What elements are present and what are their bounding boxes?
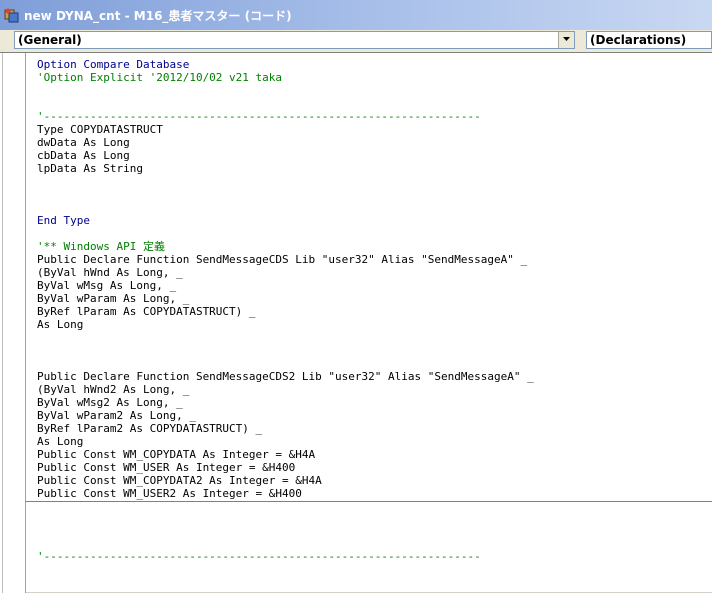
code-line[interactable]: (ByVal hWnd As Long, _ [37,266,534,279]
code-combo-bar: (General) (Declarations) [0,30,712,52]
code-line[interactable]: ByVal wMsg2 As Long, _ [37,396,534,409]
code-line[interactable]: ByVal wParam As Long, _ [37,292,534,305]
code-line[interactable]: Public Const WM_COPYDATA2 As Integer = &… [37,474,534,487]
code-line[interactable]: Public Declare Function SendMessageCDS L… [37,253,534,266]
code-line[interactable]: ByRef lParam2 As COPYDATASTRUCT) _ [37,422,534,435]
code-line[interactable]: Public Const WM_USER As Integer = &H400 [37,461,534,474]
code-line[interactable]: (ByVal hWnd2 As Long, _ [37,383,534,396]
title-bar: new DYNA_cnt - M16_患者マスター (コード) [0,0,712,30]
code-line[interactable]: dwData As Long [37,136,534,149]
code-line[interactable]: lpData As String [37,162,534,175]
margin-indicator-bar[interactable] [0,53,26,593]
procedure-divider [26,501,712,502]
procedure-combo-value: (Declarations) [590,33,687,47]
code-line[interactable]: ByRef lParam As COPYDATASTRUCT) _ [37,305,534,318]
code-line[interactable] [37,97,534,110]
code-line[interactable] [37,188,534,201]
code-line[interactable] [37,357,534,370]
procedure-combo[interactable]: (Declarations) [586,31,712,49]
code-line[interactable] [37,331,534,344]
code-line[interactable] [37,344,534,357]
code-line[interactable]: End Type [37,214,534,227]
code-line[interactable]: '** Windows API 定義 [37,240,534,253]
window-title: new DYNA_cnt - M16_患者マスター (コード) [24,9,292,23]
code-line[interactable]: cbData As Long [37,149,534,162]
code-line[interactable]: 'Option Explicit '2012/10/02 v21 taka [37,71,534,84]
object-combo-value: (General) [18,33,82,47]
code-line[interactable] [37,201,534,214]
code-line[interactable]: Option Compare Database [37,58,534,71]
code-line[interactable]: Public Const WM_USER2 As Integer = &H400 [37,487,534,500]
vba-project-icon [4,7,20,23]
code-line[interactable]: As Long [37,435,534,448]
code-line[interactable]: Public Const WM_COPYDATA As Integer = &H… [37,448,534,461]
code-line[interactable]: '---------------------------------------… [37,550,481,563]
code-line[interactable]: Type COPYDATASTRUCT [37,123,534,136]
code-line[interactable] [37,227,534,240]
chevron-down-icon [563,37,570,41]
code-line[interactable] [37,175,534,188]
code-line[interactable]: ByVal wMsg As Long, _ [37,279,534,292]
code-editor[interactable]: Option Compare Database 'Option Explicit … [0,52,712,593]
code-text-area-2[interactable]: '---------------------------------------… [37,550,481,563]
code-line[interactable]: '---------------------------------------… [37,110,534,123]
object-combo[interactable]: (General) [14,31,575,49]
object-combo-dropdown-button[interactable] [558,32,574,48]
code-line[interactable]: ByVal wParam2 As Long, _ [37,409,534,422]
code-line[interactable]: Public Declare Function SendMessageCDS2 … [37,370,534,383]
code-line[interactable] [37,84,534,97]
code-line[interactable]: As Long [37,318,534,331]
code-text-area[interactable]: Option Compare Database 'Option Explicit … [37,58,534,500]
